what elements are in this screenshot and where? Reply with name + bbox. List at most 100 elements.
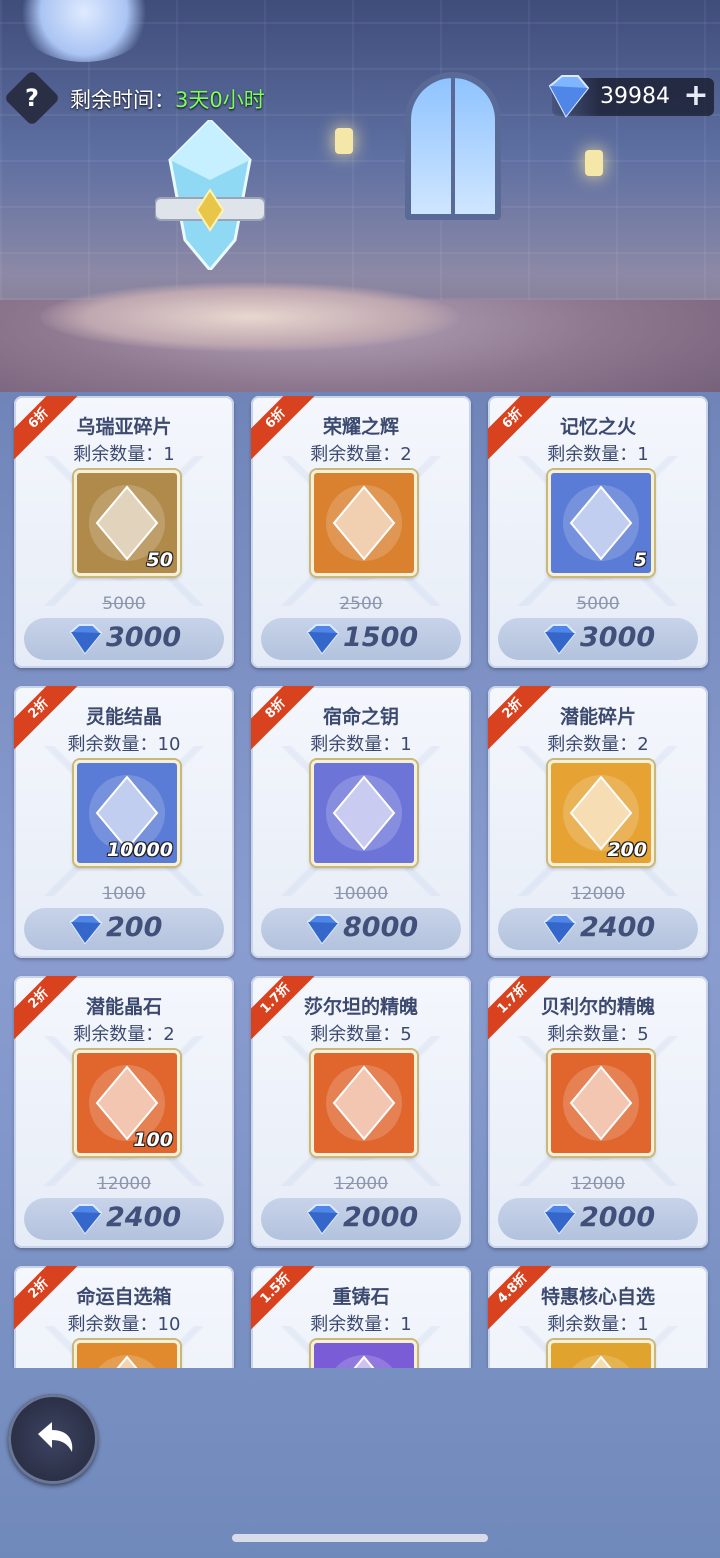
original-price: 12000	[570, 1174, 626, 1194]
item-icon-frame[interactable]	[548, 1340, 654, 1368]
sale-price: 8000	[343, 912, 419, 943]
sale-price: 2400	[106, 1202, 182, 1233]
red-soul-orb-icon	[551, 1053, 651, 1153]
item-stock: 剩余数量：2	[73, 1024, 175, 1045]
shop-item-grid: 6折 乌瑞亚碎片 剩余数量：1 50 5000 3000 6折 荣耀之辉 剩余数量：2 2500 1…	[0, 396, 720, 1368]
buy-button[interactable]: 2000	[261, 1198, 461, 1240]
item-name: 潜能晶石	[85, 996, 162, 1018]
buy-button[interactable]: 2400	[24, 1198, 224, 1240]
item-name: 乌瑞亚碎片	[76, 416, 172, 438]
item-quantity: 5	[633, 549, 647, 571]
home-indicator	[232, 1534, 488, 1542]
item-icon-frame[interactable]: 5	[548, 470, 654, 576]
item-icon-frame[interactable]	[311, 760, 417, 866]
item-stock: 剩余数量：1	[310, 734, 412, 755]
shop-item-card[interactable]: 6折 记忆之火 剩余数量：1 5 5000 3000	[488, 396, 708, 668]
item-icon-frame[interactable]	[311, 470, 417, 576]
glory-orb-icon	[314, 473, 414, 573]
buy-button[interactable]: 2000	[498, 1198, 698, 1240]
original-price: 10000	[333, 884, 389, 904]
original-price: 5000	[102, 594, 146, 614]
wall-lamp-icon	[335, 128, 353, 154]
original-price: 2500	[339, 594, 383, 614]
reforge-stone-icon	[314, 1343, 414, 1368]
item-icon-frame[interactable]: 200	[548, 760, 654, 866]
arched-window	[405, 72, 501, 220]
shop-item-card[interactable]: 2折 灵能结晶 剩余数量：10 10000 1000 200	[14, 686, 234, 958]
timer-value: 3天0小时	[175, 88, 265, 112]
item-icon-frame[interactable]: 10000	[74, 760, 180, 866]
item-quantity: 50	[146, 549, 173, 571]
buy-button[interactable]: 1500	[261, 618, 461, 660]
item-quantity: 10000	[106, 839, 173, 861]
diamond-icon	[306, 1204, 340, 1234]
item-name: 记忆之火	[559, 416, 636, 438]
sale-price: 3000	[106, 622, 182, 653]
shop-item-card[interactable]: 6折 乌瑞亚碎片 剩余数量：1 50 5000 3000	[14, 396, 234, 668]
item-icon-frame[interactable]	[548, 1050, 654, 1156]
shop-item-card[interactable]: 1.7折 莎尔坦的精魄 剩余数量：5 12000 2000	[251, 976, 471, 1248]
item-name: 命运自选箱	[76, 1286, 172, 1308]
item-icon-frame[interactable]	[311, 1050, 417, 1156]
destiny-key-icon	[314, 763, 414, 863]
sale-price: 3000	[580, 622, 656, 653]
add-currency-button[interactable]: +	[682, 79, 710, 113]
item-icon-frame[interactable]: 50	[74, 470, 180, 576]
item-icon-frame[interactable]	[74, 1340, 180, 1368]
wall-lamp-icon	[585, 150, 603, 176]
original-price: 12000	[570, 884, 626, 904]
floating-crystal-icon	[155, 120, 265, 270]
diamond-icon	[548, 75, 590, 118]
shop-item-card[interactable]: 8折 宿命之钥 剩余数量：1 10000 8000	[251, 686, 471, 958]
item-stock: 剩余数量：1	[547, 444, 649, 465]
item-stock: 剩余数量：5	[547, 1024, 649, 1045]
dark-soul-orb-icon	[314, 1053, 414, 1153]
remaining-time: 剩余时间：3天0小时	[70, 84, 265, 114]
item-name: 荣耀之辉	[322, 416, 399, 438]
original-price: 5000	[576, 594, 620, 614]
original-price: 12000	[333, 1174, 389, 1194]
sale-price: 200	[106, 912, 163, 943]
help-button[interactable]: ?	[3, 69, 61, 127]
diamond-icon	[69, 914, 103, 944]
diamond-icon	[306, 624, 340, 654]
currency-display: 39984 +	[548, 75, 714, 118]
shop-item-card[interactable]: 6折 荣耀之辉 剩余数量：2 2500 1500	[251, 396, 471, 668]
shop-banner-scene	[0, 0, 720, 392]
item-stock: 剩余数量：2	[310, 444, 412, 465]
item-name: 灵能结晶	[85, 706, 162, 728]
diamond-icon	[69, 1204, 103, 1234]
back-button[interactable]	[8, 1394, 98, 1484]
item-icon-frame[interactable]	[311, 1340, 417, 1368]
item-stock: 剩余数量：1	[73, 444, 175, 465]
shop-item-card[interactable]: 2折 潜能晶石 剩余数量：2 100 12000 2400	[14, 976, 234, 1248]
timer-label: 剩余时间：	[70, 88, 175, 112]
buy-button[interactable]: 2400	[498, 908, 698, 950]
shop-item-card[interactable]: 2折 命运自选箱 剩余数量：10	[14, 1266, 234, 1368]
buy-button[interactable]: 3000	[498, 618, 698, 660]
original-price: 1000	[102, 884, 146, 904]
diamond-icon	[543, 1204, 577, 1234]
item-name: 贝利尔的精魄	[540, 996, 655, 1018]
buy-button[interactable]: 200	[24, 908, 224, 950]
shop-item-card[interactable]: 1.5折 重铸石 剩余数量：1	[251, 1266, 471, 1368]
buy-button[interactable]: 8000	[261, 908, 461, 950]
item-stock: 剩余数量：5	[310, 1024, 412, 1045]
back-arrow-icon	[38, 1422, 73, 1452]
original-price: 12000	[96, 1174, 152, 1194]
shop-item-card[interactable]: 1.7折 贝利尔的精魄 剩余数量：5 12000 2000	[488, 976, 708, 1248]
item-stock: 剩余数量：10	[67, 1314, 181, 1335]
item-quantity: 100	[133, 1129, 173, 1151]
crystal-pedestal	[40, 282, 460, 352]
item-quantity: 200	[607, 839, 647, 861]
shop-item-card[interactable]: 4.8折 特惠核心自选 剩余数量：1	[488, 1266, 708, 1368]
shop-item-card[interactable]: 2折 潜能碎片 剩余数量：2 200 12000 2400	[488, 686, 708, 958]
sale-price: 2400	[580, 912, 656, 943]
item-icon-frame[interactable]: 100	[74, 1050, 180, 1156]
buy-button[interactable]: 3000	[24, 618, 224, 660]
fate-chest-icon	[77, 1343, 177, 1368]
core-select-icon	[551, 1343, 651, 1368]
item-name: 宿命之钥	[322, 706, 399, 728]
diamond-icon	[543, 914, 577, 944]
item-stock: 剩余数量：2	[547, 734, 649, 755]
